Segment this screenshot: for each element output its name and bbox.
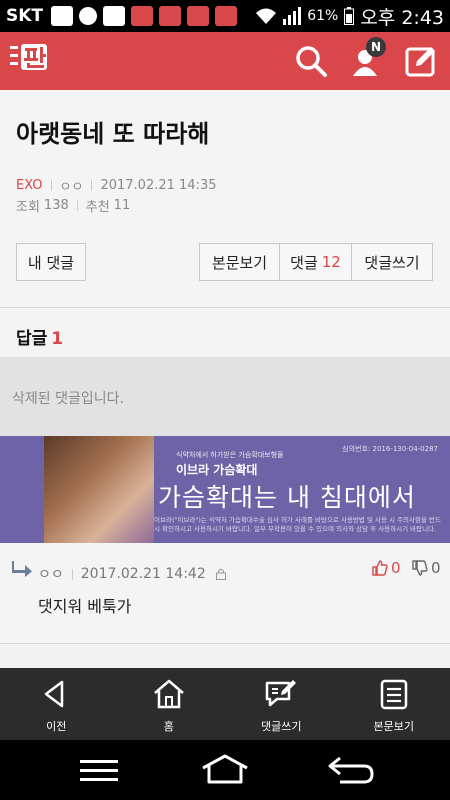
view-post-button[interactable]: 본문보기 [199, 243, 280, 281]
separator [50, 180, 52, 191]
comments-button[interactable]: 댓글 12 [279, 243, 352, 281]
downvote-count: 0 [431, 559, 441, 577]
write-comment-label: 댓글쓰기 [364, 253, 420, 272]
separator [71, 568, 73, 580]
ad-permit-number: 심의번호: 2016-130-04-0287 [342, 445, 438, 453]
system-back-icon[interactable] [326, 752, 376, 788]
comment-write-icon [266, 680, 297, 707]
back-triangle-icon [45, 680, 64, 708]
reply-arrow-icon [12, 561, 32, 577]
reply-heading: 답글 1 [16, 324, 63, 349]
nav-back-button[interactable]: 이전 [0, 668, 113, 740]
write-post-icon[interactable] [404, 44, 438, 78]
upvote-button[interactable]: 0 [372, 559, 401, 577]
system-nav-bar [0, 740, 450, 800]
post-title: 아랫동네 또 따라해 [16, 120, 210, 148]
status-bar: SKT 61% 오후 2:43 [0, 0, 450, 32]
pann-app-icon [215, 6, 238, 26]
my-comments-button[interactable]: 내 댓글 [16, 243, 86, 281]
reply-section-header: 답글 1 [0, 308, 450, 358]
ad-brand: 식약처에서 허가받은 가슴확대보형물 이브라 가슴확대 [176, 450, 284, 478]
wifi-icon [256, 8, 277, 24]
search-icon[interactable] [294, 44, 328, 78]
views-count: 138 [43, 198, 69, 213]
post-meta: EXO ㅇㅇ 2017.02.21 14:35 [16, 176, 216, 195]
nav-write-comment-label: 댓글쓰기 [261, 720, 302, 733]
menu-icon[interactable] [74, 752, 124, 788]
battery-icon [344, 7, 355, 25]
separator [91, 180, 93, 191]
write-comment-button[interactable]: 댓글쓰기 [351, 243, 433, 281]
recommend-count: 11 [113, 198, 131, 213]
nav-write-comment-button[interactable]: 댓글쓰기 [225, 668, 338, 740]
comment-datetime: 2017.02.21 14:42 [80, 566, 206, 582]
comment-meta: ㅇㅇ 2017.02.21 14:42 [38, 564, 226, 584]
nav-home-label: 홈 [163, 720, 174, 733]
home-icon [153, 679, 184, 709]
lock-icon [215, 568, 226, 580]
deleted-comment-text: 삭제된 댓글입니다. [12, 391, 124, 407]
separator [76, 200, 78, 211]
thumbs-up-icon [372, 560, 388, 576]
document-icon [380, 679, 407, 710]
reply-count: 1 [51, 329, 64, 349]
ad-brand-subtitle: 식약처에서 허가받은 가슴확대보형물 [176, 451, 284, 459]
pann-app-icon [159, 6, 182, 26]
pann-app-icon [131, 6, 154, 26]
notification-plus-icon [51, 6, 74, 26]
notification-badge: N [366, 37, 386, 57]
my-comments-label: 내 댓글 [27, 253, 75, 272]
nav-home-button[interactable]: 홈 [113, 668, 226, 740]
reply-label: 답글 [16, 329, 48, 349]
comment-item: ㅇㅇ 2017.02.21 14:42 댓지워 베툭가 0 0 [0, 543, 450, 644]
post-stats: 조회 138 추천 11 [16, 196, 130, 215]
carrier-label: SKT [6, 6, 44, 26]
signal-icon [283, 7, 302, 25]
system-home-icon[interactable] [200, 752, 250, 788]
recommend-label: 추천 [85, 200, 110, 215]
pann-logo[interactable] [10, 38, 54, 82]
ad-model-image [44, 436, 154, 543]
notification-icons [51, 6, 238, 26]
ad-banner[interactable]: 식약처에서 허가받은 가슴확대보형물 이브라 가슴확대 심의번호: 2016-1… [0, 436, 450, 543]
battery-percent: 61% [307, 8, 339, 24]
post-author: ㅇㅇ [59, 180, 84, 195]
notification-image-icon [103, 6, 126, 26]
comment-author: ㅇㅇ [38, 567, 64, 583]
upvote-count: 0 [391, 559, 401, 577]
downvote-button[interactable]: 0 [412, 559, 441, 577]
nav-back-label: 이전 [46, 720, 67, 733]
nav-view-post-label: 본문보기 [373, 720, 414, 733]
deleted-comment: 삭제된 댓글입니다. [0, 358, 450, 436]
views-label: 조회 [16, 200, 40, 215]
thumbs-down-icon [412, 560, 428, 576]
app-header: N [0, 32, 450, 90]
comments-count: 12 [321, 253, 341, 271]
nav-view-post-button[interactable]: 본문보기 [338, 668, 450, 740]
post-datetime: 2017.02.21 14:35 [100, 178, 217, 193]
pann-app-icon [187, 6, 210, 26]
comment-body: 댓지워 베툭가 [38, 597, 132, 616]
ad-brand-name: 이브라 가슴확대 [176, 463, 258, 477]
bottom-nav: 이전 홈 댓글쓰기 본문보기 [0, 668, 450, 740]
view-post-label: 본문보기 [211, 253, 268, 272]
clock: 오후 2:43 [360, 6, 444, 29]
ad-slogan: 가슴확대는 내 침대에서 [158, 483, 416, 512]
post-header: 아랫동네 또 따라해 EXO ㅇㅇ 2017.02.21 14:35 조회 13… [0, 90, 450, 308]
notification-ring-icon [79, 7, 98, 25]
post-category[interactable]: EXO [16, 178, 43, 193]
comments-label: 댓글 [290, 253, 318, 272]
ad-fine-print: 이브라("이브라")는 식약처 가슴확대수술 심사 허가 사례를 바탕으로 사용… [154, 516, 442, 533]
